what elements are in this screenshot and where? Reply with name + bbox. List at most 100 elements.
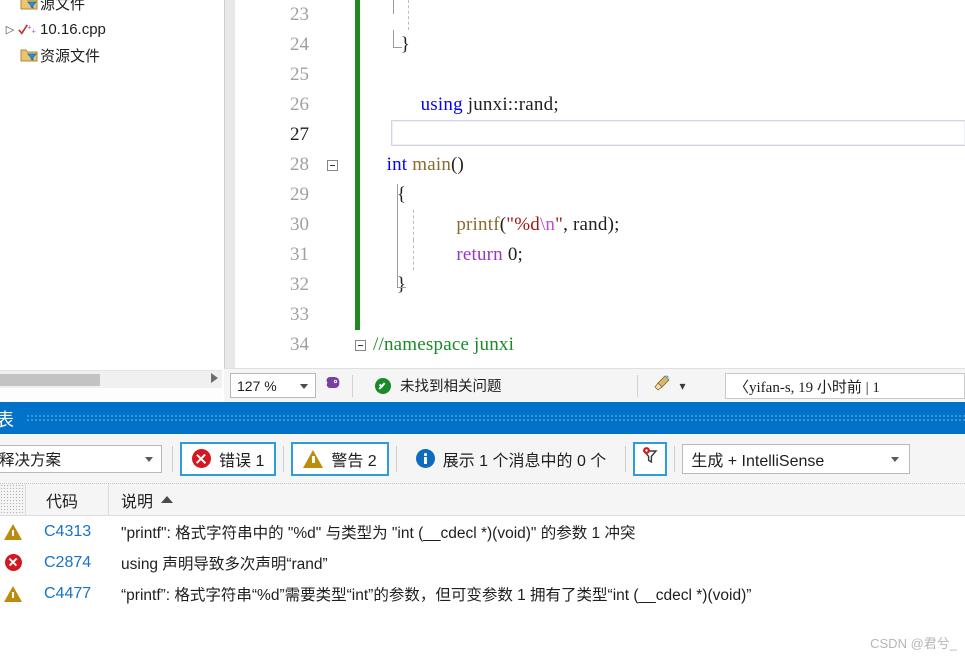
chevron-down-icon[interactable]	[891, 456, 900, 462]
codelens-authorship[interactable]: 〈yifan-s, 19 小时前 | 1	[725, 373, 965, 399]
code-line[interactable]: 23	[225, 0, 965, 30]
description-column-header[interactable]: 说明	[109, 484, 174, 515]
code-text: ()	[451, 154, 465, 175]
tree-item-cpp-file[interactable]: ▷ + + 10.16.cpp	[0, 16, 224, 42]
toolbar-separator	[395, 445, 397, 472]
error-list-title-bar[interactable]: 表	[0, 402, 965, 434]
change-bar	[355, 270, 360, 300]
scrollbar-thumb[interactable]	[0, 374, 100, 386]
code-line[interactable]: 33	[225, 300, 965, 330]
brace-guide	[393, 0, 402, 14]
code-line[interactable]: 26 using junxi::rand;	[225, 90, 965, 120]
solution-explorer-pane: 源文件 ▷ + + 10.16.cpp 资源文件	[0, 0, 224, 400]
severity-column-header[interactable]	[0, 484, 26, 515]
line-number: 30	[290, 214, 309, 235]
scope-filter-combo[interactable]: 释决方案	[0, 444, 162, 473]
code-string: "	[555, 214, 564, 235]
filter-pin-button[interactable]	[633, 441, 668, 476]
messages-toggle-button[interactable]: 展示 1 个消息中的 0 个	[404, 442, 619, 476]
line-number: 31	[290, 244, 309, 265]
chevron-right-icon[interactable]: ▷	[2, 23, 18, 36]
broom-icon[interactable]	[652, 373, 674, 398]
line-number: 33	[290, 304, 309, 325]
line-number: 26	[290, 94, 309, 115]
change-bar	[355, 240, 360, 270]
toolbar-separator	[674, 445, 676, 472]
title-bar-grip[interactable]	[26, 414, 965, 423]
horizontal-scrollbar[interactable]	[0, 370, 222, 388]
scope-filter-value: 释决方案	[0, 451, 62, 469]
pane-bottom-band	[0, 388, 222, 400]
status-separator	[636, 374, 638, 397]
editor-status-bar: 127 % 未找到相关问题 ▾ 〈yifan-s, 19 小时前 | 1	[224, 368, 965, 402]
code-line[interactable]: 30 printf("%d\n", rand);	[225, 210, 965, 240]
error-icon	[192, 449, 211, 468]
tree-item-label: 资源文件	[40, 47, 101, 65]
toolbar-separator	[172, 445, 173, 472]
cpp-file-icon: + +	[18, 21, 40, 38]
change-bar	[355, 30, 360, 60]
warning-icon	[0, 523, 26, 540]
table-row[interactable]: C4313 "printf": 格式字符串中的 "%d" 与类型为 "int (…	[0, 516, 965, 547]
folder-filter-icon	[18, 0, 40, 11]
row-description: “printf”: 格式字符串“%d”需要类型“int”的参数，但可变参数 1 …	[121, 586, 752, 604]
chevron-down-icon[interactable]: ▾	[680, 379, 686, 393]
toolbar-separator	[625, 445, 627, 472]
tree-item-source-files[interactable]: 源文件	[0, 0, 224, 16]
zoom-level-combo[interactable]: 127 %	[230, 373, 316, 398]
errors-toggle-button[interactable]: 错误 1	[180, 441, 277, 476]
error-list-rows: C4313 "printf": 格式字符串中的 "%d" 与类型为 "int (…	[0, 516, 965, 609]
code-line[interactable]: 28 int main()	[225, 150, 965, 180]
line-number: 29	[290, 184, 309, 205]
description-column-label: 说明	[121, 493, 154, 511]
warnings-toggle-button[interactable]: 警告 2	[291, 441, 389, 476]
chevron-down-icon[interactable]	[145, 456, 153, 462]
table-row[interactable]: C4477 “printf”: 格式字符串“%d”需要类型“int”的参数，但可…	[0, 578, 965, 609]
csdn-watermark: CSDN @君兮_	[870, 636, 957, 651]
tree-item-resource-files[interactable]: 资源文件	[0, 42, 224, 68]
svg-text:+: +	[32, 26, 37, 35]
app-window: 源文件 ▷ + + 10.16.cpp 资源文件 23 24} 25 26 u…	[0, 0, 965, 660]
build-source-value: 生成 + IntelliSense	[691, 452, 825, 470]
brain-icon[interactable]	[324, 373, 344, 398]
change-bar	[355, 0, 360, 30]
filter-pin-icon	[639, 445, 661, 472]
toolbar-separator	[283, 445, 285, 472]
collapse-minus-icon[interactable]	[326, 159, 338, 171]
chevron-down-icon[interactable]	[300, 384, 308, 389]
code-editor[interactable]: 23 24 } 25 26 using junxi::rand; 27 28 i…	[224, 0, 965, 368]
errors-toggle-label: 错误 1	[219, 452, 265, 470]
row-code[interactable]: C4313	[26, 523, 109, 541]
row-code[interactable]: C4477	[26, 585, 109, 603]
code-line[interactable]: 31 return 0;	[225, 240, 965, 270]
build-source-combo[interactable]: 生成 + IntelliSense	[682, 443, 911, 474]
code-line[interactable]: 34 //namespace junxi	[225, 330, 965, 360]
code-column-header[interactable]: 代码	[26, 484, 109, 515]
line-number-active: 27	[290, 124, 309, 145]
code-line[interactable]: 32 }	[225, 270, 965, 300]
line-number: 23	[290, 4, 309, 25]
table-row[interactable]: C2874 using 声明导致多次声明“rand”	[0, 547, 965, 578]
check-circle-icon	[375, 377, 391, 394]
code-line[interactable]: 25	[225, 60, 965, 90]
issue-status: 未找到相关问题	[375, 375, 502, 396]
status-separator	[352, 374, 353, 397]
scroll-right-arrow-icon[interactable]	[211, 373, 218, 383]
row-description: "printf": 格式字符串中的 "%d" 与类型为 "int (__cdec…	[121, 524, 636, 542]
zoom-level-value: 127 %	[237, 377, 277, 394]
fold-toggle[interactable]	[321, 159, 343, 171]
error-list-column-headers: 代码 说明	[0, 484, 965, 516]
row-code[interactable]: C2874	[26, 554, 109, 572]
codelens-text: 〈yifan-s, 19 小时前 | 1	[734, 379, 880, 396]
code-line[interactable]: 24 }	[225, 30, 965, 60]
line-number: 28	[290, 154, 309, 175]
fold-toggle[interactable]	[349, 339, 371, 351]
code-keyword: int	[386, 154, 408, 175]
tree-item-label: 源文件	[40, 0, 86, 13]
collapse-minus-icon[interactable]	[354, 339, 366, 351]
change-bar	[355, 150, 360, 180]
code-text: junxi::rand;	[462, 94, 559, 115]
line-number: 32	[290, 274, 309, 295]
messages-toggle-label: 展示 1 个消息中的 0 个	[442, 452, 607, 470]
issue-status-label: 未找到相关问题	[400, 379, 502, 395]
